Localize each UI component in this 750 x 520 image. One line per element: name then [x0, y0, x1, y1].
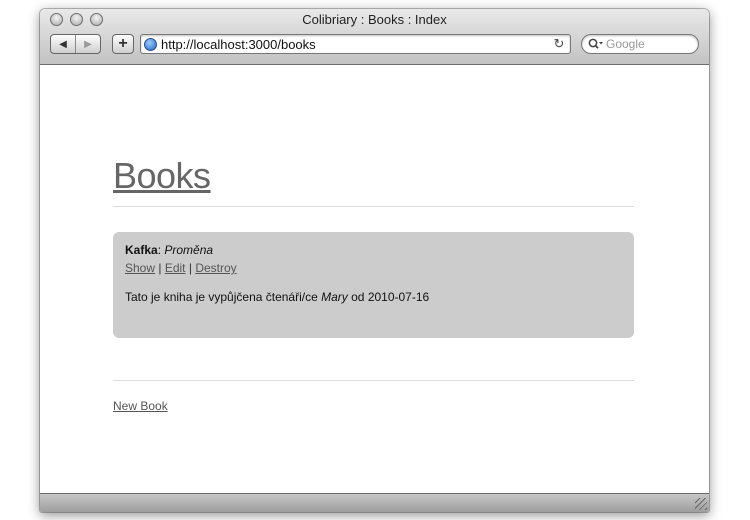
navigation-buttons: ◀ ▶: [50, 34, 101, 54]
back-arrow-icon: ◀: [59, 38, 67, 50]
loan-prefix: Tato je kniha je vypůjčena čtenáři/ce: [125, 290, 322, 304]
loan-middle: od: [347, 290, 368, 304]
show-link[interactable]: Show: [125, 261, 155, 275]
forward-button[interactable]: ▶: [75, 35, 100, 53]
loan-status: Tato je kniha je vypůjčena čtenáři/ce Ma…: [125, 290, 622, 304]
add-bookmark-button[interactable]: +: [112, 34, 134, 54]
resize-grip-icon[interactable]: [695, 498, 707, 510]
plus-icon: +: [118, 35, 128, 52]
page-title: Books: [113, 155, 211, 196]
action-separator: |: [185, 261, 196, 275]
new-book-link[interactable]: New Book: [113, 399, 168, 413]
search-field[interactable]: Google: [581, 34, 699, 54]
action-separator: |: [155, 261, 165, 275]
loan-reader: Mary: [321, 290, 348, 304]
book-author: Kafka: [125, 243, 158, 257]
address-bar[interactable]: http://localhost:3000/books ↻: [140, 34, 571, 54]
globe-icon: [144, 37, 157, 51]
book-heading: Kafka: Proměna: [125, 243, 622, 257]
divider-bottom: [113, 380, 634, 381]
reload-icon[interactable]: ↻: [550, 36, 568, 52]
status-bar: [40, 493, 709, 512]
book-title: Proměna: [164, 243, 214, 257]
search-placeholder: Google: [606, 37, 645, 51]
browser-window: Colibriary : Books : Index ◀ ▶ + http://…: [40, 9, 709, 512]
magnifier-icon[interactable]: [588, 38, 604, 50]
book-actions: Show | Edit | Destroy: [125, 261, 622, 275]
book-entry: Kafka: Proměna Show | Edit | Destroy Tat…: [113, 232, 634, 338]
edit-link[interactable]: Edit: [165, 261, 186, 275]
browser-toolbar: Colibriary : Books : Index ◀ ▶ + http://…: [40, 9, 709, 65]
page-content: Books Kafka: Proměna Show | Edit | Destr…: [40, 65, 709, 494]
divider-top: [113, 206, 634, 207]
url-text[interactable]: http://localhost:3000/books: [161, 37, 550, 52]
destroy-link[interactable]: Destroy: [195, 261, 236, 275]
loan-date: 2010-07-16: [367, 290, 430, 304]
window-title: Colibriary : Books : Index: [302, 12, 447, 27]
back-button[interactable]: ◀: [51, 35, 75, 53]
forward-arrow-icon: ▶: [84, 38, 92, 50]
